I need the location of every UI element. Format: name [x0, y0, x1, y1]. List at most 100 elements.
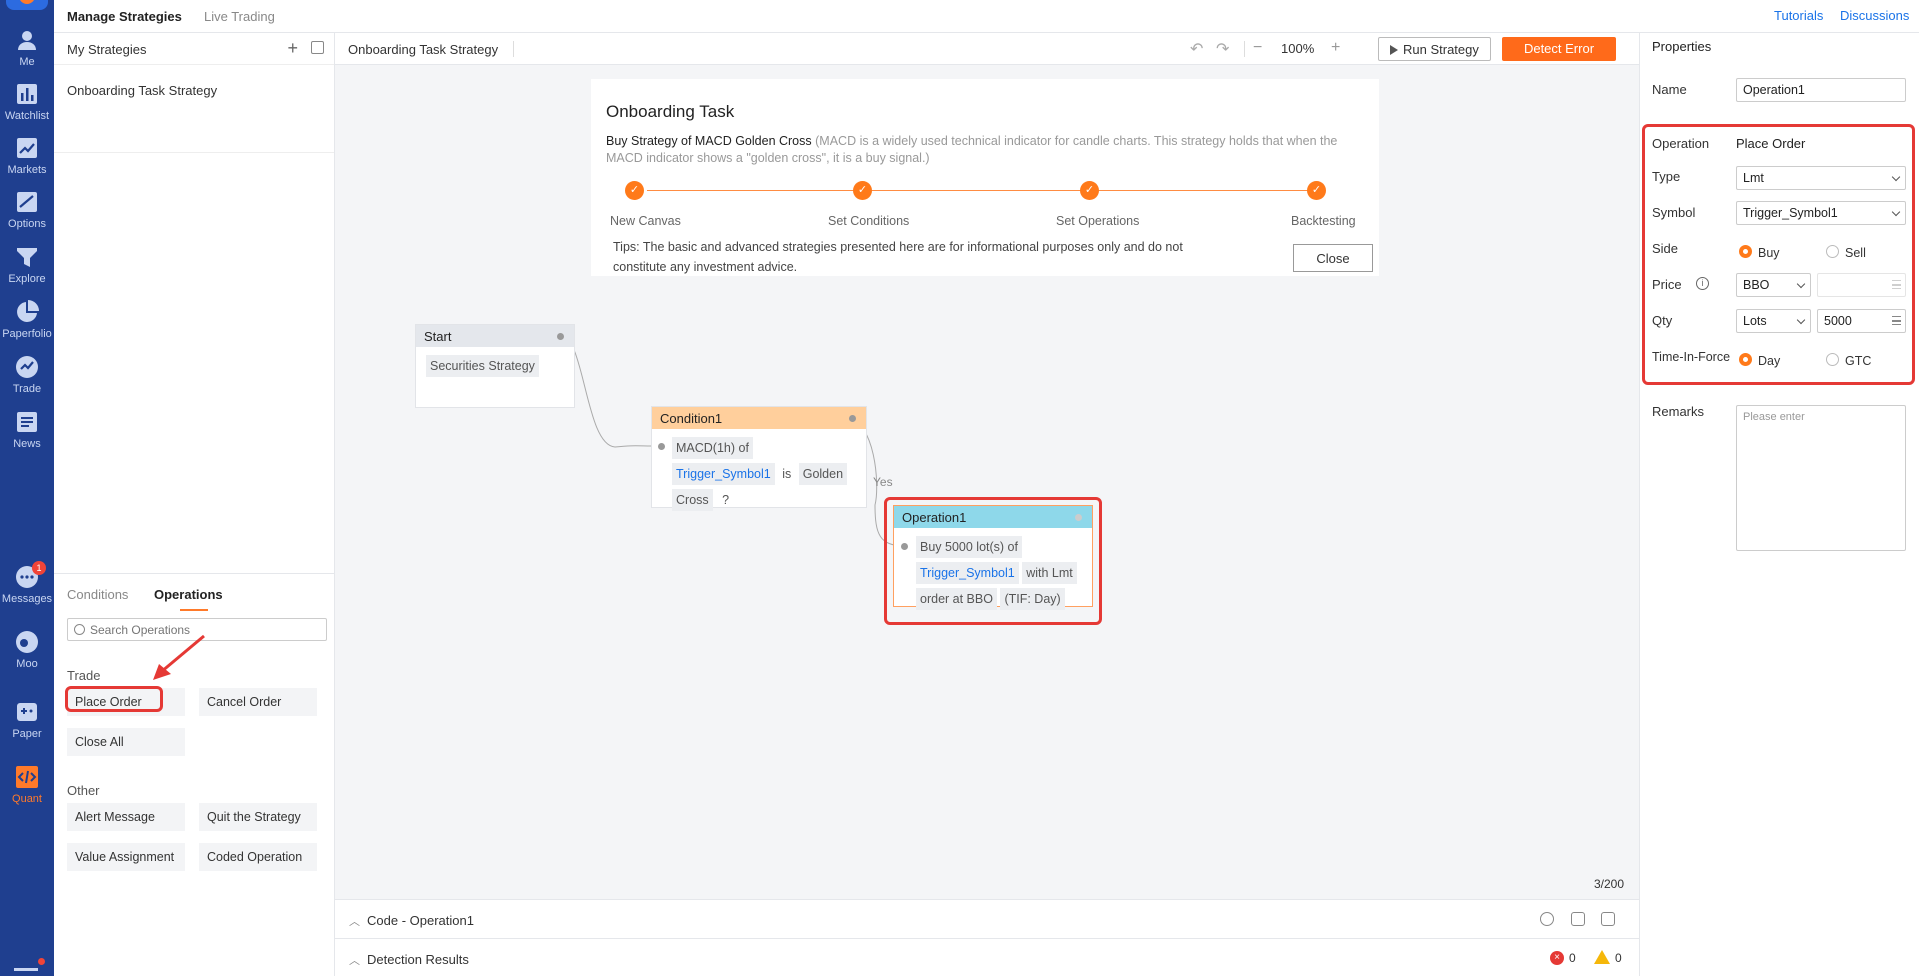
nav-item-markets[interactable]: Markets — [0, 136, 54, 198]
name-field[interactable]: Operation1 — [1736, 78, 1906, 102]
library-tabs: Conditions Operations — [54, 574, 335, 614]
tab-conditions[interactable]: Conditions — [67, 587, 128, 602]
active-tab-indicator — [180, 609, 208, 611]
nav-item-trade[interactable]: Trade — [0, 355, 54, 417]
nav-item-watchlist[interactable]: Watchlist — [0, 82, 54, 144]
yes-branch-label: Yes — [873, 475, 893, 489]
menu-icon[interactable] — [14, 968, 38, 971]
quit-strategy-button[interactable]: Quit the Strategy — [199, 803, 317, 831]
moo-icon — [15, 630, 39, 654]
group-title-trade: Trade — [67, 668, 101, 683]
nav-item-moo[interactable]: Moo — [0, 630, 54, 692]
notification-dot — [38, 958, 45, 965]
condition-node[interactable]: Condition1 MACD(1h) of Trigger_Symbol1 i… — [651, 406, 867, 511]
message-badge: 1 — [32, 561, 46, 575]
value-assignment-button[interactable]: Value Assignment — [67, 843, 185, 871]
nav-item-quant[interactable]: Quant — [0, 765, 54, 827]
properties-title: Properties — [1652, 39, 1712, 54]
gamepad-icon — [15, 700, 39, 724]
chevron-up-icon[interactable]: ︿ — [349, 913, 360, 929]
nav-item-messages[interactable]: 1 Messages — [0, 561, 54, 627]
tutorials-link[interactable]: Tutorials — [1774, 8, 1823, 23]
condition-node-header: Condition1 — [652, 407, 866, 429]
zoom-in-icon[interactable]: + — [1331, 39, 1340, 57]
node-connectors — [559, 334, 904, 547]
strategy-canvas[interactable]: Onboarding Task Buy Strategy of MACD Gol… — [335, 65, 1639, 899]
zoom-level: 100% — [1281, 41, 1315, 56]
play-icon — [1390, 45, 1398, 55]
pie-chart-icon — [15, 300, 39, 324]
node-counter: 3/200 — [1593, 877, 1624, 891]
strategy-list-item[interactable]: Onboarding Task Strategy — [54, 65, 334, 153]
start-node[interactable]: Start Securities Strategy — [415, 324, 575, 408]
detection-drawer[interactable]: ︿ Detection Results × 0 0 — [335, 938, 1639, 976]
tab-manage-strategies[interactable]: Manage Strategies — [67, 9, 182, 24]
highlight-operation-node — [884, 497, 1102, 625]
panel-title: My Strategies — [67, 42, 147, 57]
name-label: Name — [1652, 82, 1687, 97]
nav-rail: Me Watchlist Markets Options Explore Pap… — [0, 0, 54, 976]
error-icon: × — [1550, 951, 1564, 965]
nav-item-paper[interactable]: Paper — [0, 700, 54, 762]
nav-item-options[interactable]: Options — [0, 190, 54, 252]
nav-item-explore[interactable]: Explore — [0, 245, 54, 307]
nav-item-paperfolio[interactable]: Paperfolio — [0, 300, 54, 362]
warning-icon — [1594, 950, 1610, 964]
start-node-header: Start — [416, 325, 574, 347]
redo-icon[interactable]: ↷ — [1216, 39, 1229, 59]
divider — [1244, 41, 1245, 57]
strategy-panel: My Strategies + Onboarding Task Strategy… — [54, 33, 335, 976]
top-header: Manage Strategies Live Trading Tutorials… — [54, 0, 1919, 33]
operations-library: Conditions Operations Trade Place Order … — [54, 573, 335, 976]
code-icon — [15, 765, 39, 789]
run-strategy-button[interactable]: Run Strategy — [1378, 37, 1491, 61]
app-logo[interactable] — [6, 0, 48, 10]
detect-error-button[interactable]: Detect Error — [1502, 37, 1616, 61]
trend-chart-icon — [15, 136, 39, 160]
detection-drawer-label: Detection Results — [367, 952, 469, 967]
remarks-input[interactable]: Please enter — [1736, 405, 1906, 551]
symbol-chip[interactable]: Trigger_Symbol1 — [672, 463, 775, 485]
options-icon — [15, 190, 39, 214]
nav-item-me[interactable]: Me — [0, 28, 54, 90]
funnel-icon — [15, 245, 39, 269]
input-port[interactable] — [658, 443, 665, 450]
news-icon — [15, 410, 39, 434]
user-icon — [15, 28, 39, 52]
error-count: 0 — [1569, 951, 1576, 965]
properties-panel: Properties Name Operation1 Operation Pla… — [1639, 33, 1919, 976]
output-port[interactable] — [557, 333, 564, 340]
cancel-order-button[interactable]: Cancel Order — [199, 688, 317, 716]
tab-operations[interactable]: Operations — [154, 587, 223, 602]
output-port[interactable] — [849, 415, 856, 422]
undo-icon[interactable]: ↶ — [1190, 39, 1203, 59]
tutorial-arrow — [153, 634, 205, 680]
highlight-place-order — [65, 686, 163, 712]
close-all-button[interactable]: Close All — [67, 728, 185, 756]
warning-count: 0 — [1615, 951, 1622, 965]
edit-icon[interactable] — [1601, 912, 1615, 926]
strategy-panel-header: My Strategies + — [54, 33, 334, 65]
zoom-out-icon[interactable]: − — [1253, 39, 1262, 57]
search-icon — [74, 624, 85, 635]
trade-icon — [15, 355, 39, 379]
highlight-order-settings — [1642, 124, 1915, 385]
search-icon[interactable] — [1540, 912, 1554, 926]
strategy-name[interactable]: Onboarding Task Strategy — [348, 42, 498, 57]
canvas-toolbar: Onboarding Task Strategy ↶ ↷ − 100% + Ru… — [335, 33, 1639, 65]
chevron-up-icon[interactable]: ︿ — [349, 952, 360, 968]
remarks-label: Remarks — [1652, 404, 1705, 419]
import-icon[interactable] — [311, 41, 324, 54]
group-title-other: Other — [67, 783, 100, 798]
document-icon[interactable] — [1571, 912, 1585, 926]
code-drawer[interactable]: ︿ Code - Operation1 — [335, 899, 1639, 938]
coded-operation-button[interactable]: Coded Operation — [199, 843, 317, 871]
nav-item-news[interactable]: News — [0, 410, 54, 472]
strategy-type-chip: Securities Strategy — [426, 355, 539, 377]
divider — [513, 41, 514, 57]
discussions-link[interactable]: Discussions — [1840, 8, 1909, 23]
code-drawer-label: Code - Operation1 — [367, 913, 474, 928]
tab-live-trading[interactable]: Live Trading — [204, 9, 275, 24]
add-strategy-icon[interactable]: + — [287, 38, 298, 59]
alert-message-button[interactable]: Alert Message — [67, 803, 185, 831]
